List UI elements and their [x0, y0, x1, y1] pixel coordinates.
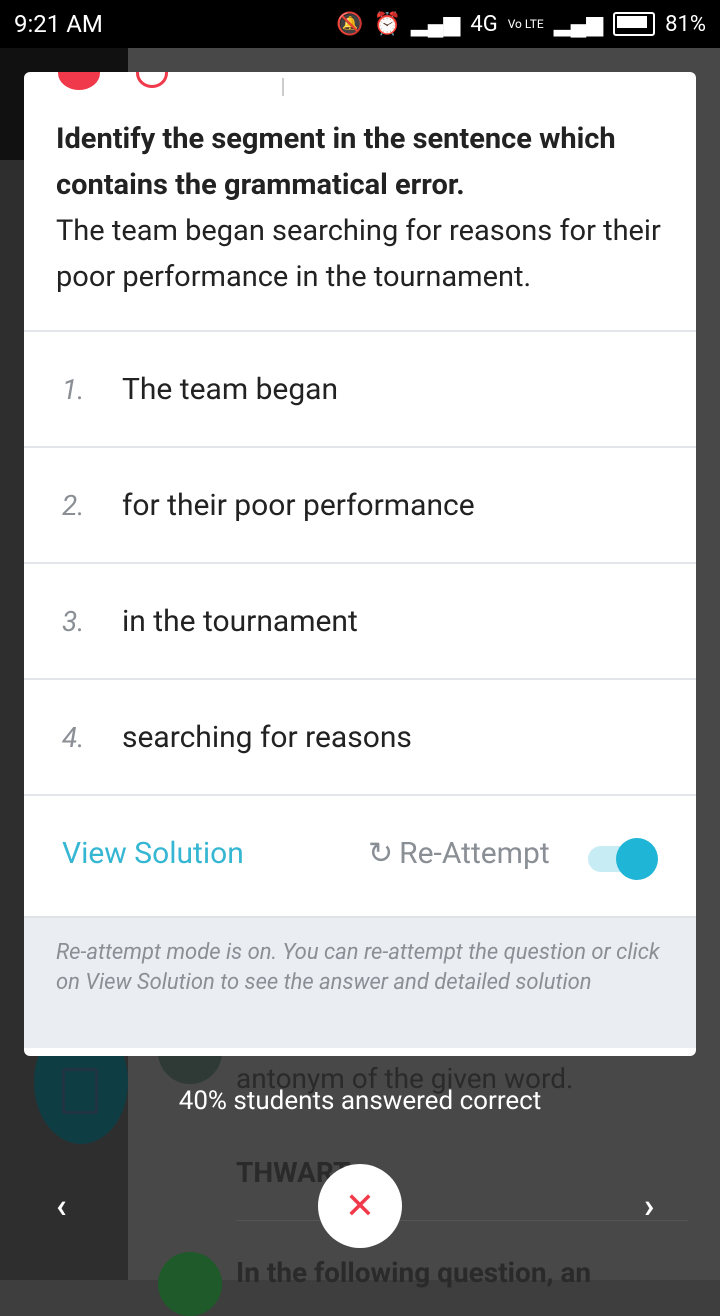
view-solution-button[interactable]: View Solution — [62, 836, 244, 871]
status-bar: 9:21 AM 🔕 ⏰ ▂▄▆ 4G Vo LTE ▂▄▆ 81% — [0, 0, 720, 48]
network-type: 4G — [470, 11, 498, 37]
question-sentence: The team began searching for reasons for… — [56, 214, 661, 294]
status-ring-icon — [136, 72, 168, 88]
reattempt-toggle[interactable] — [588, 838, 658, 880]
card-actions: View Solution ↻ Re-Attempt — [24, 794, 696, 916]
mute-bell-icon: 🔕 — [336, 11, 364, 37]
option-number: 2. — [62, 488, 85, 522]
reattempt-info: Re-attempt mode is on. You can re-attemp… — [24, 916, 696, 1048]
option-number: 4. — [62, 720, 85, 754]
card-header-peek — [24, 72, 696, 100]
divider — [282, 78, 284, 96]
volte-badge: Vo LTE — [507, 17, 544, 31]
option-text: in the tournament — [122, 603, 358, 639]
option-3[interactable]: 3. in the tournament — [24, 562, 696, 678]
option-4[interactable]: 4. searching for reasons — [24, 678, 696, 794]
toggle-knob — [616, 838, 658, 880]
option-number: 1. — [62, 372, 85, 406]
reattempt-text: Re-Attempt — [399, 836, 550, 871]
option-1[interactable]: 1. The team began — [24, 330, 696, 446]
status-dot-icon — [58, 72, 100, 90]
background-next-question: In the following question, an — [236, 1256, 592, 1289]
option-2[interactable]: 2. for their poor performance — [24, 446, 696, 562]
question-card: Identify the segment in the sentence whi… — [24, 72, 696, 1056]
option-text: The team began — [122, 371, 339, 407]
close-icon: ✕ — [344, 1185, 376, 1227]
question-instruction: Identify the segment in the sentence whi… — [56, 122, 616, 202]
refresh-icon: ↻ — [368, 836, 394, 871]
option-number: 3. — [62, 604, 85, 638]
next-question-button[interactable]: › — [644, 1186, 654, 1226]
question-text: Identify the segment in the sentence whi… — [56, 116, 676, 300]
battery-icon — [613, 12, 656, 36]
option-text: searching for reasons — [122, 719, 412, 755]
option-text: for their poor performance — [122, 487, 475, 523]
background-number-badge — [158, 1252, 222, 1316]
reattempt-label: ↻ Re-Attempt — [368, 836, 550, 871]
close-button[interactable]: ✕ — [318, 1164, 402, 1248]
previous-question-button[interactable]: ‹ — [56, 1186, 67, 1226]
alarm-icon: ⏰ — [373, 11, 401, 37]
signal-icon-2: ▂▄▆ — [553, 12, 604, 37]
answer-stats: 40% students answered correct — [178, 1086, 542, 1116]
signal-icon: ▂▄▆ — [410, 12, 461, 37]
status-time: 9:21 AM — [14, 10, 103, 38]
battery-level: 81% — [665, 11, 706, 37]
background-divider — [236, 1220, 688, 1221]
